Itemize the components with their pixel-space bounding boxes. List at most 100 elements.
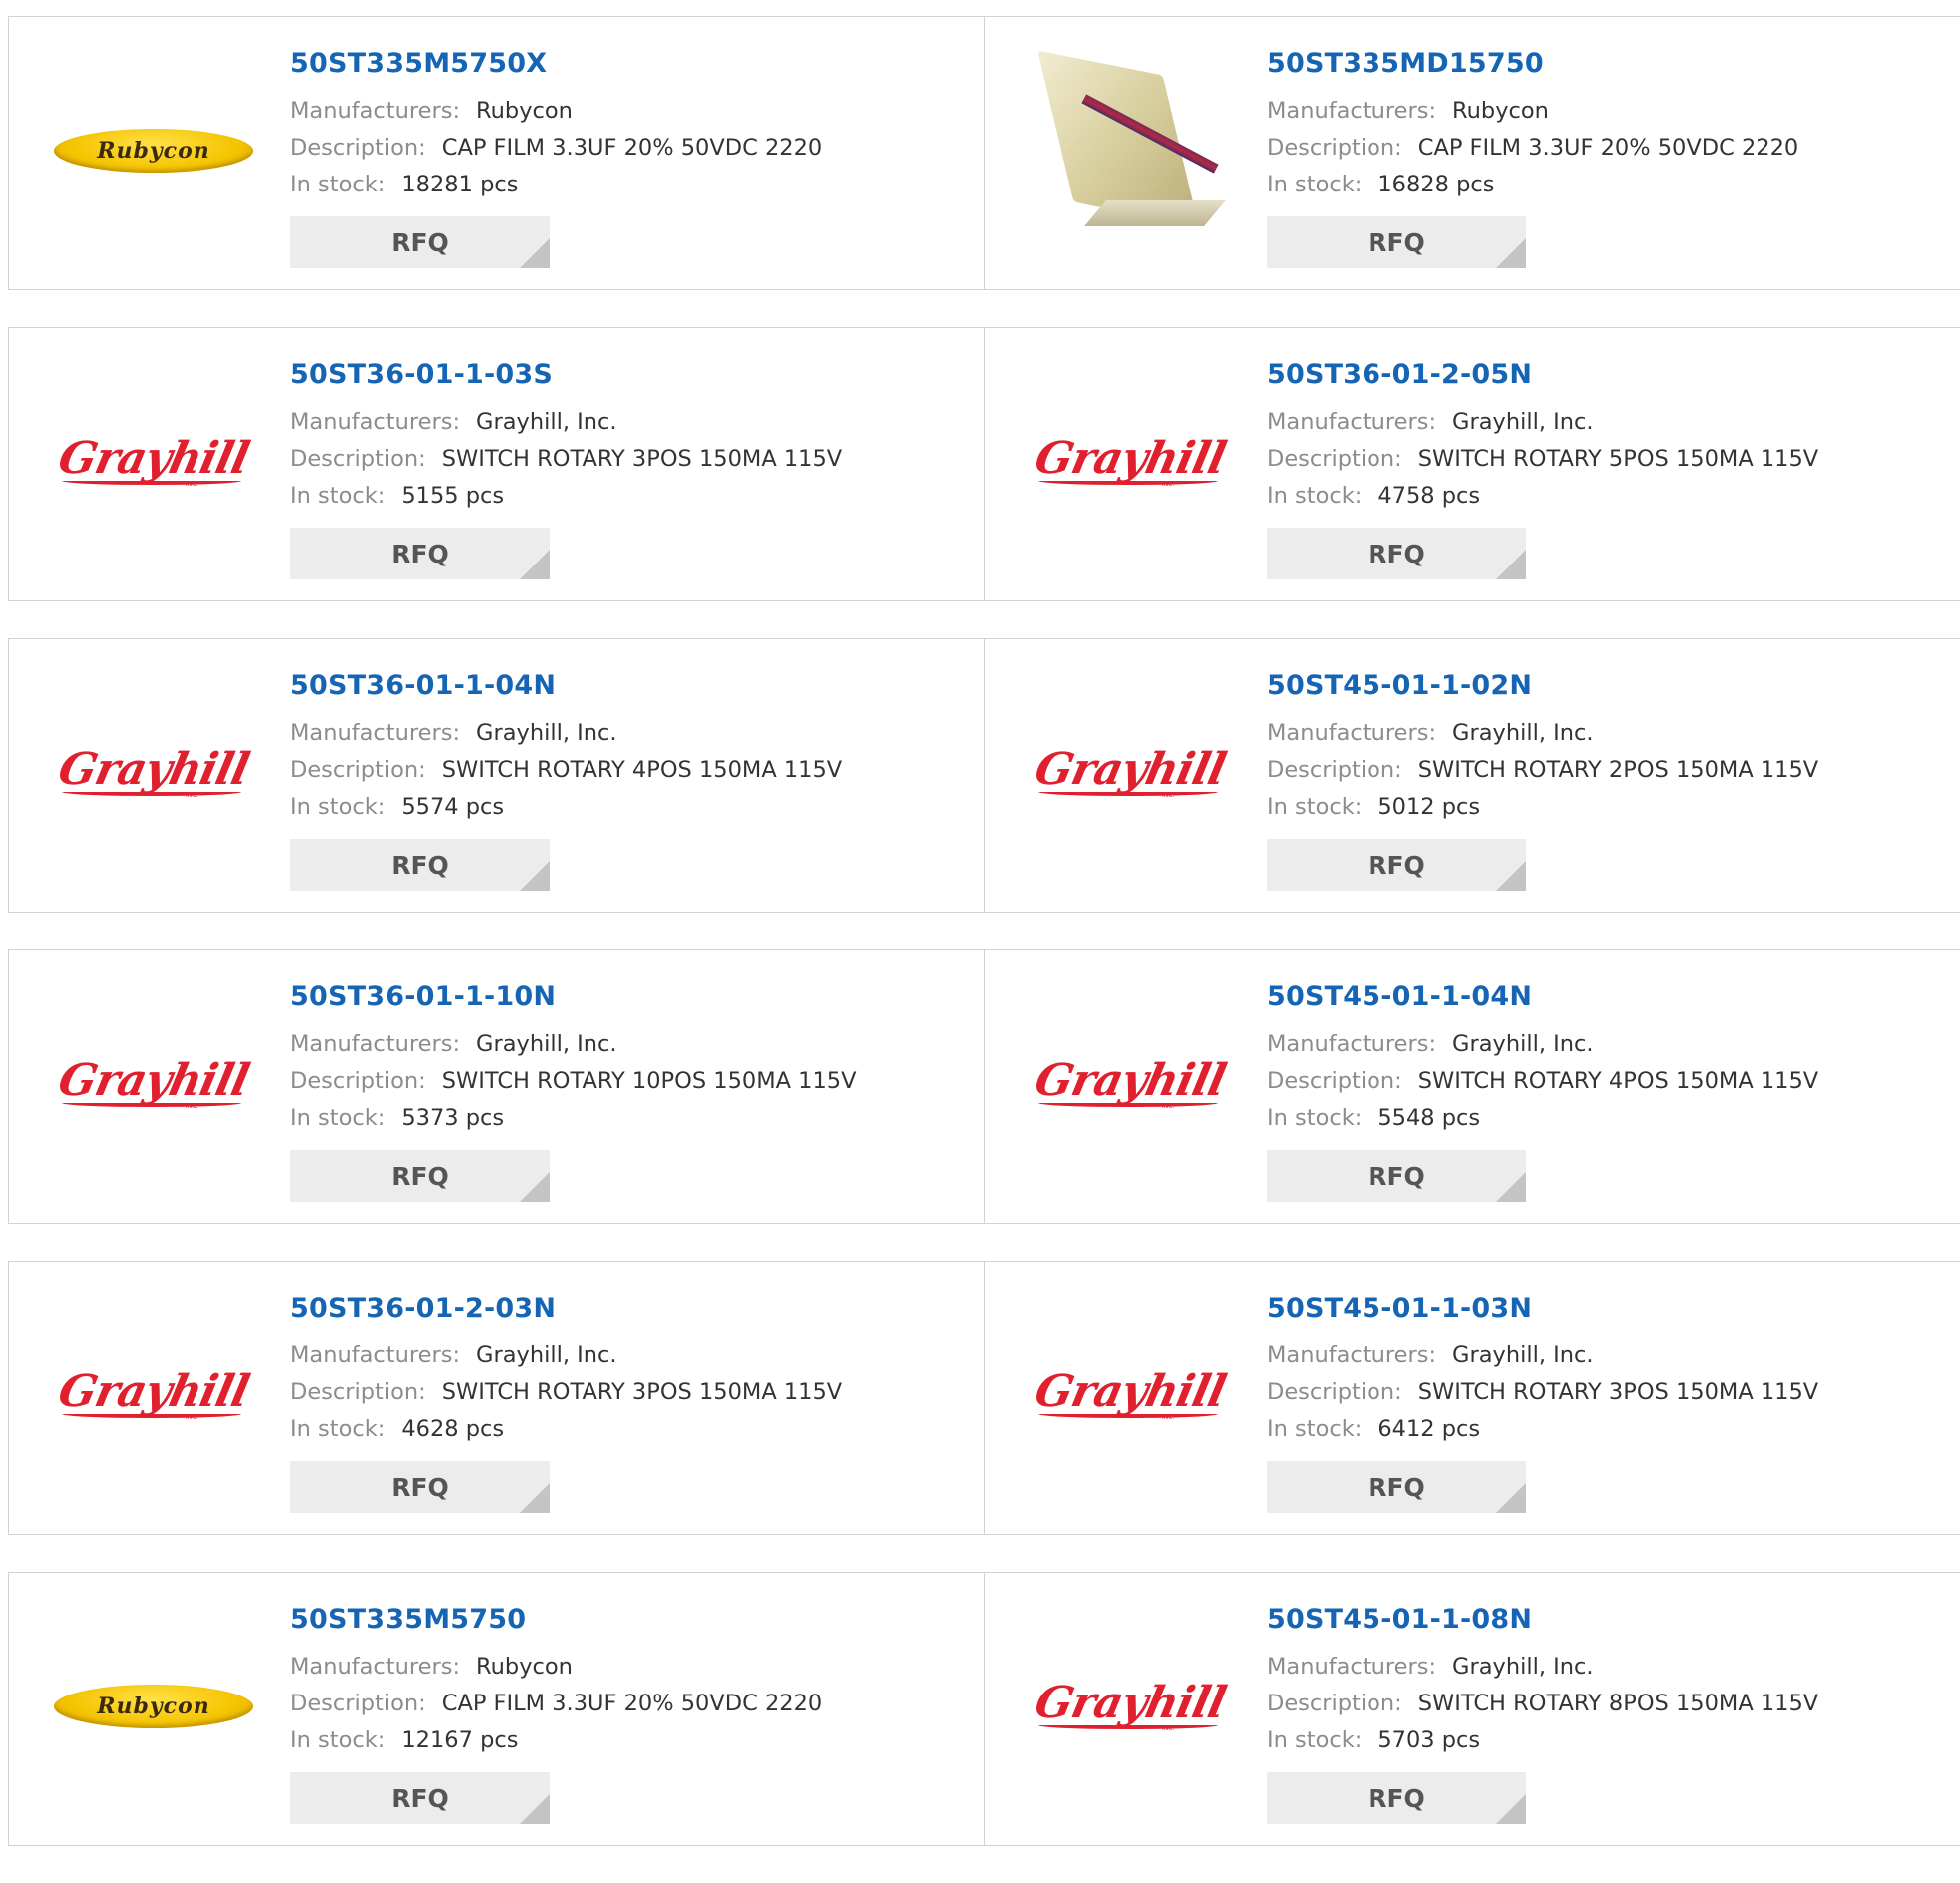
description-line: Description: SWITCH ROTARY 10POS 150MA 11… [290,1063,975,1100]
product-details: 50ST36-01-2-03N Manufacturers: Grayhill, … [290,1292,975,1448]
corner-triangle-icon [520,1794,550,1824]
rfq-label: RFQ [391,1161,449,1191]
product-image[interactable]: Grayhill INC. [49,984,258,1184]
product-image[interactable]: Grayhill INC. [49,673,258,873]
product-image[interactable]: Grayhill INC. [1025,984,1235,1184]
rfq-label: RFQ [1368,1472,1425,1502]
rfq-button[interactable]: RFQ [1267,1772,1526,1824]
product-card: Grayhill INC. 50ST45-01-1-04N Manufacture… [984,950,1960,1223]
part-number-link[interactable]: 50ST335MD15750 [1267,47,1950,81]
description-value: SWITCH ROTARY 4POS 150MA 115V [441,757,843,783]
rfq-button[interactable]: RFQ [290,528,550,579]
manufacturer-label: Manufacturers: [290,98,461,124]
rfq-button[interactable]: RFQ [290,1461,550,1513]
manufacturer-label: Manufacturers: [290,1654,461,1680]
product-card: Grayhill INC. 50ST45-01-1-02N Manufacture… [984,639,1960,912]
stock-value: 4628 pcs [401,1416,505,1442]
product-card: 50ST335MD15750 Manufacturers: Rubycon Des… [984,17,1960,289]
description-label: Description: [290,1379,426,1405]
manufacturer-line: Manufacturers: Rubycon [290,93,975,130]
part-number-link[interactable]: 50ST36-01-2-05N [1267,358,1950,392]
product-row: Grayhill INC. 50ST36-01-1-04N Manufacture… [8,638,1960,913]
product-card: Grayhill INC. 50ST36-01-1-03S Manufacture… [9,328,984,600]
stock-value: 12167 pcs [401,1727,519,1753]
grayhill-logo-inc: INC. [1162,1103,1175,1110]
part-number-link[interactable]: 50ST36-01-1-03S [290,358,975,392]
product-row: Rubycon 50ST335M5750X Manufacturers: Ruby… [8,16,1960,290]
rfq-label: RFQ [1368,850,1425,880]
corner-triangle-icon [1496,1794,1526,1824]
grayhill-logo-inc: INC. [1162,481,1175,488]
corner-triangle-icon [1496,861,1526,891]
part-number-link[interactable]: 50ST335M5750 [290,1603,975,1637]
rfq-button[interactable]: RFQ [290,1772,550,1824]
product-image[interactable]: Grayhill INC. [1025,362,1235,562]
product-image[interactable]: Grayhill INC. [1025,1296,1235,1495]
product-image[interactable] [1025,50,1235,250]
product-image[interactable]: Grayhill INC. [49,362,258,562]
stock-value: 4758 pcs [1377,483,1481,509]
rfq-label: RFQ [391,850,449,880]
description-value: SWITCH ROTARY 5POS 150MA 115V [1417,446,1819,472]
grayhill-logo: Grayhill INC. [54,738,253,808]
part-number-link[interactable]: 50ST36-01-1-04N [290,669,975,703]
stock-line: In stock: 12167 pcs [290,1722,975,1759]
corner-triangle-icon [1496,1483,1526,1513]
product-image[interactable]: Rubycon [49,1607,258,1806]
description-value: SWITCH ROTARY 2POS 150MA 115V [1417,757,1819,783]
grayhill-logo-swash [62,1410,241,1418]
rfq-label: RFQ [1368,1161,1425,1191]
product-row: Rubycon 50ST335M5750 Manufacturers: Rubyc… [8,1572,1960,1846]
part-number-link[interactable]: 50ST45-01-1-03N [1267,1292,1950,1325]
stock-line: In stock: 5574 pcs [290,789,975,826]
description-line: Description: SWITCH ROTARY 2POS 150MA 115… [1267,752,1950,789]
rfq-button[interactable]: RFQ [1267,216,1526,268]
manufacturer-value: Grayhill, Inc. [1452,1342,1594,1368]
product-card: Grayhill INC. 50ST36-01-1-10N Manufacture… [9,950,984,1223]
rfq-label: RFQ [391,539,449,568]
product-image[interactable]: Rubycon [49,51,258,250]
product-row: Grayhill INC. 50ST36-01-1-10N Manufacture… [8,949,1960,1224]
description-line: Description: CAP FILM 3.3UF 20% 50VDC 222… [1267,130,1950,167]
grayhill-logo: Grayhill INC. [54,1360,253,1430]
capacitor-photo [1035,50,1226,250]
grayhill-logo-inc: INC. [1162,1725,1175,1732]
stock-label: In stock: [1267,1105,1363,1131]
manufacturer-value: Grayhill, Inc. [476,409,617,435]
part-number-link[interactable]: 50ST45-01-1-08N [1267,1603,1950,1637]
grayhill-logo-swash [1038,477,1218,485]
rfq-button[interactable]: RFQ [1267,1461,1526,1513]
stock-label: In stock: [1267,1416,1363,1442]
rfq-button[interactable]: RFQ [290,1150,550,1202]
stock-line: In stock: 5373 pcs [290,1100,975,1137]
description-label: Description: [290,135,426,161]
rfq-button[interactable]: RFQ [290,216,550,268]
grayhill-logo: Grayhill INC. [54,427,253,497]
manufacturer-line: Manufacturers: Grayhill, Inc. [290,715,975,752]
product-image[interactable]: Grayhill INC. [1025,1607,1235,1806]
corner-triangle-icon [520,861,550,891]
stock-line: In stock: 5012 pcs [1267,789,1950,826]
part-number-link[interactable]: 50ST45-01-1-02N [1267,669,1950,703]
part-number-link[interactable]: 50ST335M5750X [290,47,975,81]
stock-value: 5373 pcs [401,1105,505,1131]
grayhill-logo: Grayhill INC. [1030,1049,1230,1119]
rfq-button[interactable]: RFQ [1267,1150,1526,1202]
grayhill-logo-swash [1038,1721,1218,1729]
product-image[interactable]: Grayhill INC. [49,1296,258,1495]
grayhill-logo: Grayhill INC. [54,1049,253,1119]
rfq-button[interactable]: RFQ [1267,839,1526,891]
rfq-label: RFQ [1368,539,1425,568]
stock-value: 5574 pcs [401,794,505,820]
part-number-link[interactable]: 50ST45-01-1-04N [1267,980,1950,1014]
grayhill-logo-inc: INC. [1162,792,1175,799]
part-number-link[interactable]: 50ST36-01-1-10N [290,980,975,1014]
rfq-button[interactable]: RFQ [1267,528,1526,579]
corner-triangle-icon [520,1483,550,1513]
part-number-link[interactable]: 50ST36-01-2-03N [290,1292,975,1325]
stock-line: In stock: 4758 pcs [1267,478,1950,515]
rfq-button[interactable]: RFQ [290,839,550,891]
product-image[interactable]: Grayhill INC. [1025,673,1235,873]
grayhill-logo-swash [1038,1410,1218,1418]
product-details: 50ST45-01-1-03N Manufacturers: Grayhill, … [1267,1292,1950,1448]
